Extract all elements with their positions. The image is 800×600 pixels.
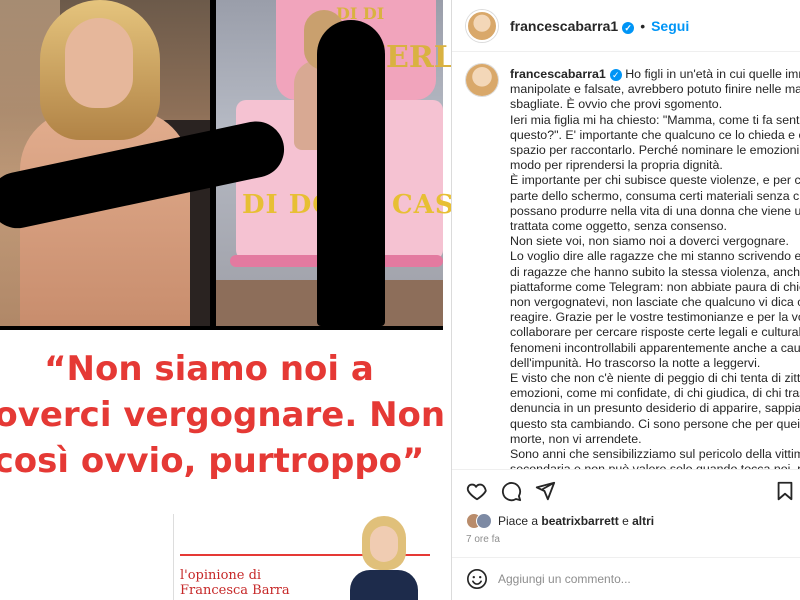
caption-line: È importante per chi subisce queste viol… <box>510 173 800 188</box>
post-header: francescabarra1 ✓ • Segui <box>452 0 800 52</box>
caption-line: trattata come oggetto, senza consenso. <box>510 219 727 234</box>
action-bar <box>466 480 796 504</box>
censor-bar-vertical <box>317 20 385 326</box>
verified-badge-icon: ✓ <box>622 21 635 34</box>
caption-line: modo per riprendersi la propria dignità. <box>510 158 723 173</box>
post-timestamp[interactable]: 7 ore fa <box>466 534 500 545</box>
avatar[interactable] <box>466 9 498 42</box>
likes-others[interactable]: altri <box>632 514 654 528</box>
caption-line: Non siete voi, non siamo noi a doverci v… <box>510 234 789 249</box>
caption-line: Ieri mia figlia mi ha chiesto: "Mamma, c… <box>510 112 800 127</box>
liker-avatar <box>476 513 492 529</box>
share-icon[interactable] <box>534 480 556 502</box>
caption-line: Ho figli in un'età in cui quelle immagin… <box>625 67 800 81</box>
caption-line: questo?". E' importante che qualcuno ce … <box>510 127 800 142</box>
like-heart-icon[interactable] <box>466 480 488 502</box>
comment-icon[interactable] <box>500 480 522 502</box>
caption-line: parte dello schermo, consuma certi mater… <box>510 188 800 203</box>
emoji-icon[interactable] <box>466 568 488 590</box>
header-username[interactable]: francescabarra1 ✓ <box>510 18 635 34</box>
photo-frame-bottom <box>0 326 443 330</box>
caption-line: fenomeni incontrollabili apparentemente … <box>510 340 800 355</box>
caption-line: morte, non vi arrendete. <box>510 431 642 446</box>
comment-input[interactable]: Aggiungi un commento... <box>498 572 631 586</box>
author-portrait <box>344 514 424 600</box>
caption-line: denuncia in un presunto desiderio di app… <box>510 401 800 416</box>
portrait-body <box>350 570 418 600</box>
likes-summary[interactable]: Piace a beatrixbarrett e altri <box>466 513 654 529</box>
caption-line: collaborare per cercare risposte certe l… <box>510 325 800 340</box>
caption-line: dell'impunità. Ho trascorso la notte a l… <box>510 355 761 370</box>
caption-line: E visto che non c'è niente di peggio di … <box>510 371 800 386</box>
post-image[interactable]: DI DI SHERLOCK DI DONA CASI DI “Non siam… <box>0 0 451 600</box>
likes-text: Piace a beatrixbarrett e altri <box>498 514 655 528</box>
caption-username[interactable]: francescabarra1 <box>510 67 606 81</box>
article-label: l'opinione di Francesca Barra <box>180 568 290 598</box>
caption-line: non vergognatevi, non lasciate che qualc… <box>510 295 800 310</box>
caption-line: Sono anni che sensibilizziamo sul perico… <box>510 447 800 462</box>
photo-figure-face <box>65 18 133 108</box>
comment-bar: Aggiungi un commento... <box>452 557 800 600</box>
caption-line: reagire. Grazie per le vostre testimonia… <box>510 310 800 325</box>
caption-line: di ragazze che hanno subito la stessa vi… <box>510 264 800 279</box>
caption-line: spazio per raccontarlo. Perché nominare … <box>510 143 800 158</box>
caption-line: Lo voglio dire alle ragazze che mi stann… <box>510 249 800 264</box>
caption-line: questo sta cambiando. Ci sono persone ch… <box>510 416 800 431</box>
caption-line: manipolate e falsate, avrebbero potuto f… <box>510 82 800 97</box>
caption-line: sbagliate. È ovvio che provi sgomento. <box>510 97 723 112</box>
likes-user[interactable]: beatrixbarrett <box>541 514 618 528</box>
header-separator: • <box>640 17 646 34</box>
caption-verified-icon: ✓ <box>609 69 622 81</box>
caption-line: possano produrre nella vita di una donna… <box>510 203 800 218</box>
caption-line: piattaforme come Telegram: non abbiate p… <box>510 279 800 294</box>
post-sidebar: francescabarra1 ✓ • Segui francescabarra1… <box>451 0 800 600</box>
article-thumbnail: l'opinione di Francesca Barra <box>173 514 443 600</box>
quote-text: “Non siamo noi a doverci vergognare. Non… <box>0 349 446 481</box>
caption-avatar[interactable] <box>466 64 498 96</box>
caption-line: emozioni, come mi confidate, di chi giud… <box>510 386 800 401</box>
bookmark-icon[interactable] <box>774 480 796 502</box>
follow-button[interactable]: Segui <box>651 18 689 34</box>
caption-line: secondaria e non può valere solo quando … <box>510 462 800 470</box>
caption-scroll-area[interactable]: francescabarra1 ✓ Ho figli in un'età in c… <box>452 52 800 470</box>
caption-text: francescabarra1 ✓ Ho figli in un'età in c… <box>510 67 800 470</box>
portrait-face <box>370 526 398 562</box>
